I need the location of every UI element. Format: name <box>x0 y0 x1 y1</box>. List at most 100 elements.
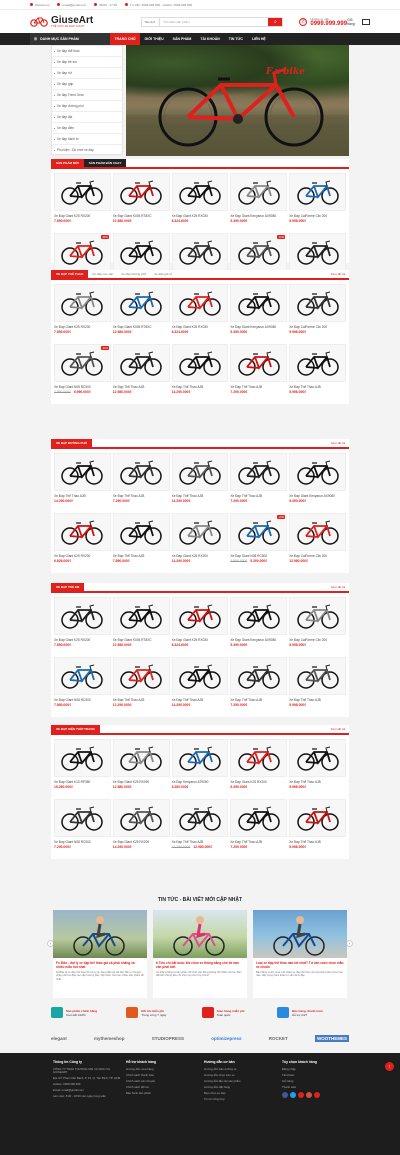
product-name[interactable]: Xe Đạp Giant K25 RX200 <box>172 554 229 558</box>
product-name[interactable]: Xe Đạp Thể Thao AJB <box>113 385 170 389</box>
product-image[interactable] <box>171 597 229 635</box>
product-image[interactable] <box>171 453 229 491</box>
product-card[interactable]: Xe Đạp Thể Thao AJB5.998.000₫ <box>289 657 346 717</box>
product-image[interactable] <box>230 173 288 211</box>
product-image[interactable] <box>230 739 288 777</box>
news-card[interactable]: Loại xe đạp thể thao nào tốt nhất? Tư vấ… <box>253 910 347 998</box>
email-info[interactable]: email@gmail.com <box>57 3 86 7</box>
product-card[interactable]: Xe Đạp CalForme Clix 200 5.998.000₫ <box>289 173 346 233</box>
back-to-top-button[interactable]: ↑ <box>385 1062 394 1071</box>
nav-item-1[interactable]: GIỚI THIỆU <box>140 33 168 45</box>
product-name[interactable]: Xe Đạp Giant K25 RX090 <box>113 780 170 784</box>
logo[interactable]: GiuseArt THẾ GIỚI XE ĐẠP GIANT <box>30 15 115 28</box>
news-card[interactable]: 6 Tiêu chí bắt buộc khi chọn xe thăng bằ… <box>153 910 247 998</box>
product-name[interactable]: Xe Đạp Thể Thao AJB <box>230 494 287 498</box>
view-all-link[interactable]: Xem tất cả <box>331 439 349 447</box>
product-image[interactable] <box>171 233 229 271</box>
sidebar-item[interactable]: Xe đạp trẻ em <box>52 57 122 68</box>
product-image[interactable] <box>112 739 170 777</box>
view-all-link[interactable]: Xem tất cả <box>331 270 349 278</box>
categories-toggle[interactable]: ☰ DANH MỤC SẢN PHẨM <box>30 33 110 45</box>
footer-link[interactable]: Chính sách đổi trả <box>126 1085 196 1089</box>
brand-logo[interactable]: elegant <box>51 1036 67 1041</box>
product-name[interactable]: Xe Đạp CalForme Clix 200 <box>289 638 346 642</box>
product-name[interactable]: Xe Đạp Giant Kenyarun AX9080 <box>289 494 346 498</box>
product-image[interactable] <box>54 739 111 777</box>
product-card[interactable]: -23% Xe Đạp Giant N08 RC500 6.990.000₫ 5.39… <box>230 513 288 573</box>
section-tab[interactable]: XE ĐẠP TRẺ EM <box>51 583 85 591</box>
product-card[interactable]: Xe Đạp Giant K005 RT8XC 12.980.000₫ <box>112 173 170 233</box>
news-headline[interactable]: Fx Bike - đại lý xe đạp thể thao giá cả … <box>53 958 147 969</box>
product-card[interactable]: Xe Đạp Thể Thao AJB 7.290.000₫ <box>230 453 288 513</box>
product-name[interactable]: Xe Đạp Giant K10 RP380 <box>54 780 111 784</box>
section-subcategory-link[interactable]: Xe đạp giá rẻ <box>150 270 176 278</box>
product-name[interactable]: Xe Đạp CalForme Clix 200 <box>289 214 346 218</box>
product-image[interactable] <box>112 513 170 551</box>
product-card[interactable]: Xe Đạp Giant Kenyarun AX9080 5.390.000₫ <box>230 284 288 344</box>
twitter-icon[interactable] <box>290 1092 296 1098</box>
product-card[interactable]: Xe Đạp Giant K25 RX030 8.324.600₫ <box>171 173 229 233</box>
product-card[interactable]: Xe Đạp Thể Thao AJB 12.290.000₫ <box>112 657 170 717</box>
product-image[interactable] <box>289 597 346 635</box>
brand-logo[interactable]: mythemeshop <box>94 1036 125 1041</box>
product-name[interactable]: Xe Đạp Giant K25 RX200 <box>54 214 111 218</box>
product-name[interactable]: Xe Đạp Giant Kenyarun AX9080 <box>230 214 287 218</box>
product-card[interactable]: Xe Đạp Giant K10 RP380 15.260.000₫ <box>54 739 111 799</box>
product-image[interactable]: -11% <box>54 344 111 382</box>
search-category-select[interactable]: Tất cả ▾ <box>142 17 161 26</box>
footer-link[interactable]: Bảo hành sản phẩm <box>126 1091 196 1095</box>
nav-item-5[interactable]: LIÊN HỆ <box>247 33 270 45</box>
product-image[interactable] <box>230 657 288 695</box>
product-card[interactable]: Xe Đạp Giant K25 RX200 14.290.000₫ <box>112 799 170 859</box>
section-tab[interactable]: XE ĐẠP THỂ THAO <box>51 270 89 278</box>
product-image[interactable] <box>289 513 346 551</box>
search-input[interactable]: Tìm kiếm sản phẩm <box>160 20 268 24</box>
product-name[interactable]: Xe Đạp Giant K005 RT8XC <box>113 638 170 642</box>
product-name[interactable]: Xe Đạp Thể Thao AJB <box>289 385 346 389</box>
product-card[interactable]: Xe Đạp Giant K25 RX030 8.324.600₫ <box>171 597 229 657</box>
footer-link[interactable]: Mẹo chọn xe đạp <box>204 1091 274 1095</box>
section-subcategory-link[interactable]: Xe đạp đường phố <box>117 270 150 278</box>
product-card[interactable]: Xe Đạp CalForme Clix 200 5.998.000₫ <box>289 284 346 344</box>
product-card[interactable]: Xe Đạp Giant Kenyarun AX9080 5.390.000₫ <box>230 173 288 233</box>
product-card[interactable]: Xe Đạp Thể Thao AJB14.290.000₫ <box>171 657 229 717</box>
brand-logo[interactable]: optimizepress <box>211 1036 241 1041</box>
product-image[interactable] <box>289 799 346 837</box>
product-name[interactable]: Xe Đạp Thể Thao AJB <box>289 840 346 844</box>
nav-item-4[interactable]: TIN TỨC <box>224 33 247 45</box>
product-card[interactable]: Xe Đạp Thể Thao AJB 7.890.000₫ <box>112 513 170 573</box>
product-image[interactable] <box>112 344 170 382</box>
section-tab[interactable]: SẢN PHẨM MỚI <box>51 159 84 167</box>
product-card[interactable]: Xe Đạp Thể Thao AJB5.998.000₫ <box>289 799 346 859</box>
product-card[interactable]: -11% Xe Đạp Giant N08 RC500 7.890.000₫ 6.99… <box>54 344 111 404</box>
product-image[interactable] <box>289 284 346 322</box>
product-name[interactable]: Xe Đạp CalForme Clix 200 <box>289 325 346 329</box>
sidebar-item[interactable]: Xe đạp điện <box>52 123 122 134</box>
footer-link[interactable]: Tin tức tổng hợp <box>204 1097 274 1101</box>
product-image[interactable] <box>54 597 111 635</box>
instagram-icon[interactable] <box>314 1092 320 1098</box>
brand-logo[interactable]: WOOTHEMES <box>314 1034 349 1042</box>
product-image[interactable] <box>54 453 111 491</box>
nav-item-3[interactable]: TÀI KHOẢN <box>196 33 224 45</box>
product-image[interactable]: -23% <box>230 513 288 551</box>
news-headline[interactable]: Loại xe đạp thể thao nào tốt nhất? Tư vấ… <box>253 958 347 969</box>
sidebar-item[interactable]: Xe đạp gấp <box>52 79 122 90</box>
product-card[interactable]: Xe Đạp Giant N08 RC500 7.890.000₫ <box>54 657 111 717</box>
product-image[interactable] <box>112 799 170 837</box>
product-image[interactable] <box>230 344 288 382</box>
product-image[interactable] <box>112 657 170 695</box>
brand-logo[interactable]: ROCKET <box>269 1036 288 1041</box>
product-card[interactable]: Xe Đạp Thể Thao AJB14.290.000₫ <box>171 453 229 513</box>
product-card[interactable]: Xe Đạp Giant K25 RX200 7.890.000₫ <box>54 284 111 344</box>
product-image[interactable] <box>171 173 229 211</box>
product-card[interactable]: Xe Đạp Giant K005 RT8XC 12.980.000₫ <box>112 284 170 344</box>
product-name[interactable]: Xe Đạp Giant K25 RX030 <box>172 214 229 218</box>
product-image[interactable] <box>112 233 170 271</box>
product-name[interactable]: Xe Đạp Giant K005 RT8XC <box>113 214 170 218</box>
product-name[interactable]: Xe Đạp Giant N08 RC500 <box>54 840 111 844</box>
product-image[interactable] <box>171 284 229 322</box>
product-name[interactable]: Xe Đạp Giant K25 RX200 <box>54 554 111 558</box>
product-name[interactable]: Xe Đạp Thể Thao AJB <box>113 698 170 702</box>
footer-link[interactable]: Chính sách thanh toán <box>126 1073 196 1077</box>
